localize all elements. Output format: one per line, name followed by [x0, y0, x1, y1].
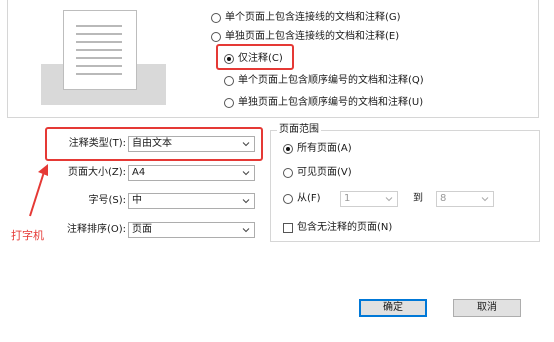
radio-icon — [224, 98, 234, 108]
radio-icon — [283, 168, 293, 178]
range-visible-page[interactable]: 可见页面(V) — [283, 166, 352, 180]
layout-option-q[interactable]: 单个页面上包含顺序编号的文档和注释(Q) — [224, 74, 424, 88]
annotation-label: 打字机 — [11, 229, 44, 242]
range-all-pages[interactable]: 所有页面(A) — [283, 142, 352, 156]
radio-icon — [211, 13, 221, 23]
annotation-arrow-icon — [29, 164, 48, 217]
range-to-label: 到 — [413, 193, 423, 204]
range-from[interactable]: 从(F) — [283, 192, 321, 206]
font-size-label: 字号(S): — [88, 195, 126, 206]
document-icon — [63, 10, 137, 90]
radio-icon — [283, 194, 293, 204]
ok-button[interactable]: 确定 — [359, 299, 427, 317]
comment-type-label: 注释类型(T): — [68, 138, 126, 149]
layout-option-e[interactable]: 单独页面上包含连接线的文档和注释(E) — [211, 30, 399, 44]
layout-option-g[interactable]: 单个页面上包含连接线的文档和注释(G) — [211, 11, 401, 25]
radio-checked-icon — [283, 144, 293, 154]
radio-icon — [224, 76, 234, 86]
chevron-down-icon — [242, 142, 250, 147]
range-to-select[interactable]: 8 — [436, 191, 494, 207]
font-size-select[interactable]: 中 — [128, 193, 255, 209]
layout-option-u[interactable]: 单独页面上包含顺序编号的文档和注释(U) — [224, 96, 423, 110]
sort-select[interactable]: 页面 — [128, 222, 255, 238]
checkbox-icon — [283, 223, 293, 233]
include-no-comment-pages-checkbox[interactable]: 包含无注释的页面(N) — [283, 221, 392, 235]
cancel-button[interactable]: 取消 — [453, 299, 521, 317]
highlight-box-comments-only — [216, 44, 294, 70]
layout-preview-image — [41, 10, 166, 105]
chevron-down-icon — [242, 199, 250, 204]
chevron-down-icon — [481, 197, 489, 202]
range-from-select[interactable]: 1 — [340, 191, 398, 207]
chevron-down-icon — [242, 228, 250, 233]
comment-type-select[interactable]: 自由文本 — [128, 136, 255, 152]
page-size-label: 页面大小(Z): — [67, 167, 126, 178]
chevron-down-icon — [242, 171, 250, 176]
sort-label: 注释排序(O): — [66, 224, 126, 235]
radio-icon — [211, 32, 221, 42]
page-size-select[interactable]: A4 — [128, 165, 255, 181]
page-range-legend: 页面范围 — [277, 124, 321, 136]
chevron-down-icon — [385, 197, 393, 202]
